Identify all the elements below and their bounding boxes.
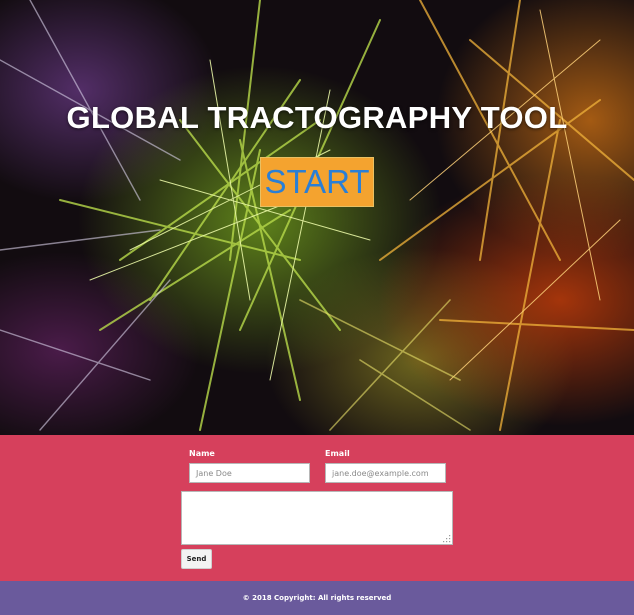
name-label: Name bbox=[189, 449, 215, 458]
email-label: Email bbox=[325, 449, 350, 458]
name-field[interactable]: Jane Doe bbox=[189, 463, 310, 483]
email-field[interactable]: jane.doe@example.com bbox=[325, 463, 446, 483]
footer: © 2018 Copyright: All rights reserved bbox=[0, 581, 634, 615]
send-button[interactable]: Send bbox=[181, 549, 212, 569]
message-textarea[interactable] bbox=[181, 491, 453, 545]
neural-fibers-image bbox=[0, 0, 634, 431]
email-placeholder: jane.doe@example.com bbox=[332, 468, 429, 478]
page-title: GLOBAL TRACTOGRAPHY TOOL bbox=[66, 100, 568, 135]
resize-handle-icon[interactable] bbox=[441, 535, 451, 543]
copyright-text: © 2018 Copyright: All rights reserved bbox=[242, 594, 392, 602]
name-placeholder: Jane Doe bbox=[196, 468, 232, 478]
hero-section: GLOBAL TRACTOGRAPHY TOOL START bbox=[0, 0, 634, 435]
start-button[interactable]: START bbox=[260, 157, 374, 207]
